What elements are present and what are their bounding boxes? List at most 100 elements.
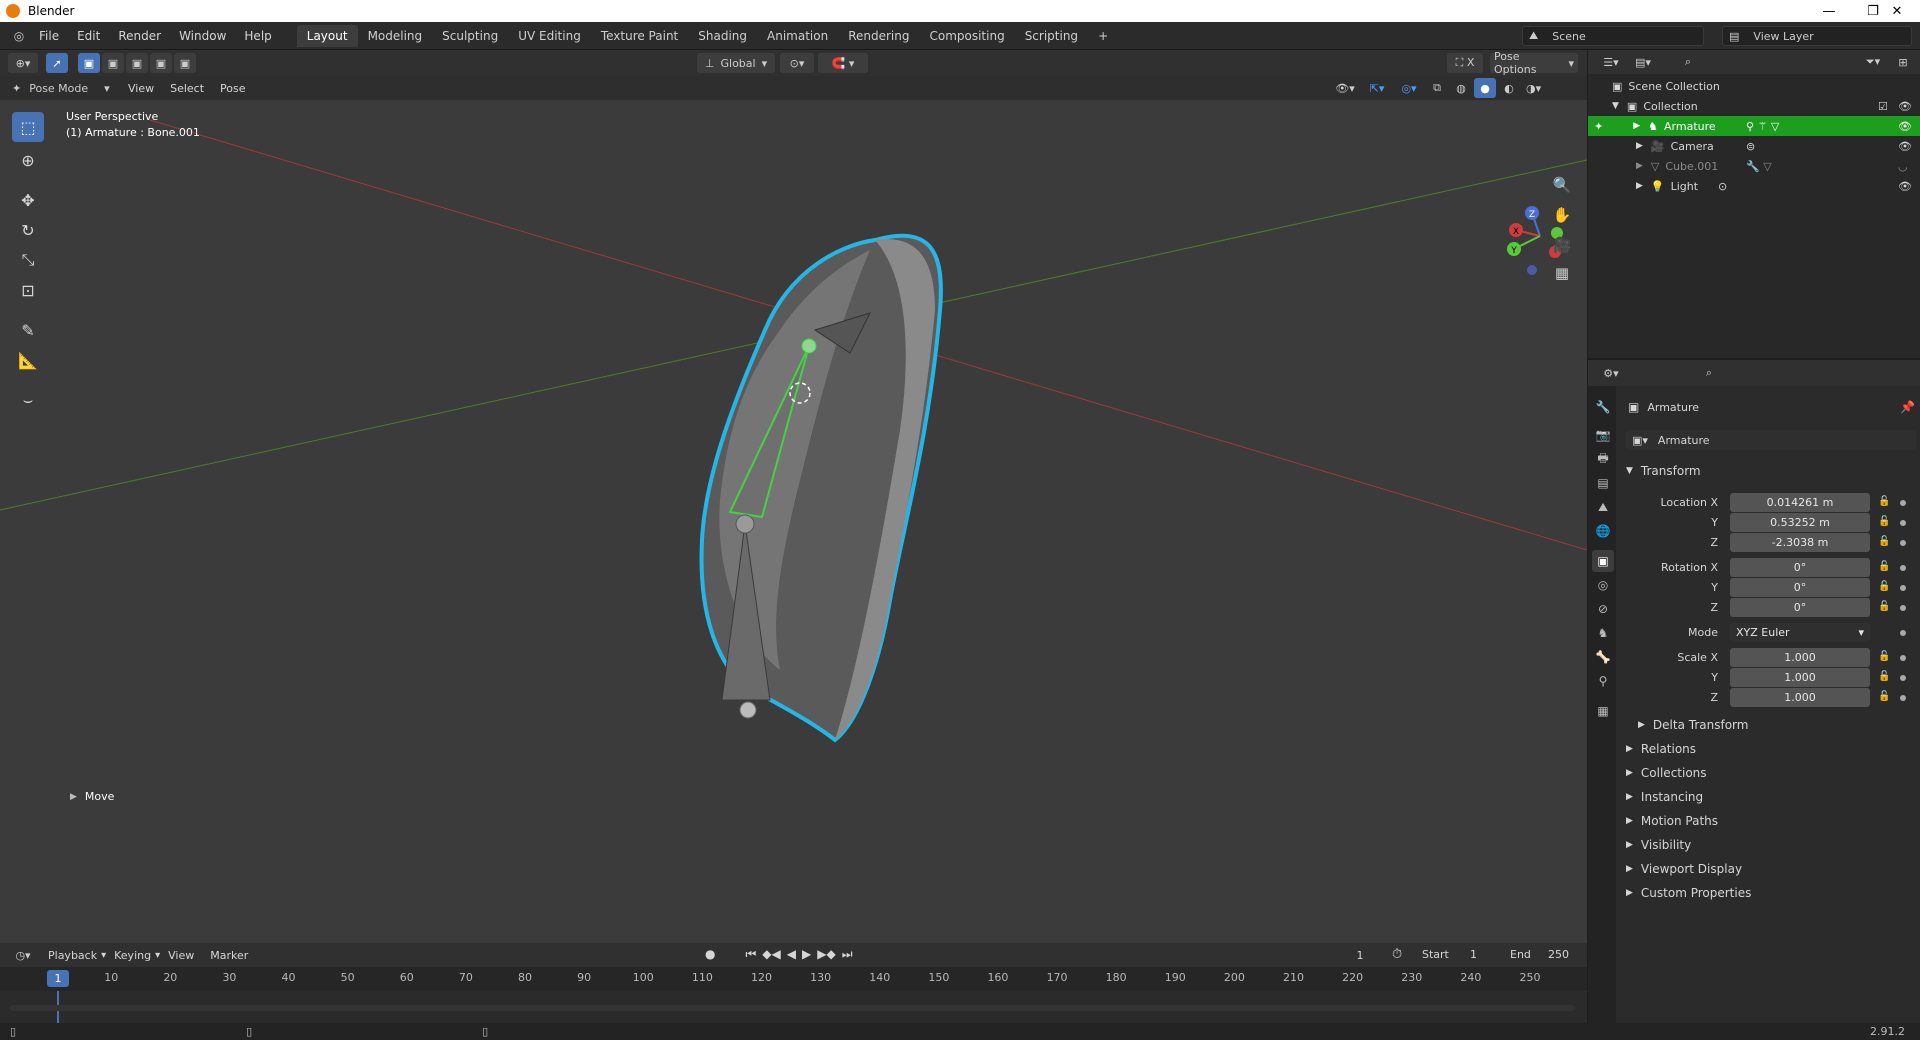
display-mode-icon[interactable]: ▤▾	[1628, 52, 1658, 72]
keyframe-dot-icon[interactable]	[1900, 540, 1906, 546]
tab-shading[interactable]: Shading	[688, 25, 757, 47]
last-operator-panel[interactable]: ▶ Move	[70, 790, 114, 803]
output-tab-icon[interactable]: 🖶	[1592, 448, 1614, 470]
rotate-tool-icon[interactable]: ↻	[12, 215, 44, 245]
snapping-icon[interactable]: 🧲 ▾	[818, 53, 868, 73]
transform-tool-icon[interactable]: ⊡	[12, 275, 44, 305]
instancing-panel-header[interactable]: ▶ Instancing	[1626, 786, 1916, 808]
ortho-grid-icon[interactable]: ▦	[1549, 260, 1575, 286]
delta-transform-header[interactable]: ▶ Delta Transform	[1638, 714, 1920, 736]
timeline-editor-type-icon[interactable]: ◷▾	[8, 945, 38, 965]
rotation-y-field[interactable]: 0°	[1730, 578, 1870, 597]
modifier-tab-icon[interactable]: ◎	[1592, 574, 1614, 596]
outliner-item-armature[interactable]: ✦ ▶ ♞ Armature ⚲ ⚚ ▽ 👁	[1588, 116, 1920, 136]
object-tab-icon[interactable]: ▣	[1592, 550, 1614, 572]
scale-x-field[interactable]: 1.000	[1730, 648, 1870, 667]
jump-end-icon[interactable]: ⏭	[842, 947, 853, 962]
lock-icon[interactable]: 🔓	[1878, 496, 1890, 508]
scene-selector[interactable]: ⛰ Scene	[1522, 26, 1704, 46]
relations-panel-header[interactable]: ▶ Relations	[1626, 738, 1916, 760]
select-subtract-icon[interactable]: ▣	[126, 53, 148, 73]
3d-viewport[interactable]: ⊕▾ ➚ ▣ ▣ ▣ ▣ ▣ ⊥ Global ▾ ⊙▾ 🧲 ▾ ⛶ X Pos…	[0, 50, 1587, 943]
menu-timeline-view[interactable]: View	[160, 949, 202, 962]
xray-icon[interactable]: ⧉	[1426, 78, 1448, 98]
end-field[interactable]: 250	[1548, 948, 1569, 961]
location-y-field[interactable]: 0.53252 m	[1730, 513, 1870, 532]
menu-window[interactable]: Window	[170, 29, 235, 43]
annotate-tool-icon[interactable]: ✎	[12, 315, 44, 345]
keyframe-dot-icon[interactable]	[1900, 695, 1906, 701]
scale-y-field[interactable]: 1.000	[1730, 668, 1870, 687]
outliner-scene-collection[interactable]: ▣ Scene Collection	[1588, 76, 1920, 96]
menu-playback[interactable]: Playback	[40, 949, 105, 962]
object-datablock-field[interactable]: ▣▾ Armature	[1626, 430, 1916, 450]
world-tab-icon[interactable]: 🌐	[1592, 520, 1614, 542]
tab-animation[interactable]: Animation	[757, 25, 838, 47]
playhead-frame[interactable]: 1	[47, 970, 69, 987]
visibility-selector-icon[interactable]: 👁▾	[1330, 78, 1360, 98]
lock-icon[interactable]: 🔓	[1878, 651, 1890, 663]
rendered-shading-icon[interactable]: ◑▾	[1522, 78, 1545, 98]
minimize-button[interactable]: —	[1806, 0, 1852, 22]
prev-keyframe-icon[interactable]: ◆◀	[762, 947, 780, 962]
expand-down-icon[interactable]: ▼	[1612, 101, 1619, 111]
select-new-icon[interactable]: ▣	[78, 53, 100, 73]
keyframe-dot-icon[interactable]	[1900, 605, 1906, 611]
lock-icon[interactable]: 🔓	[1878, 601, 1890, 613]
select-extend-icon[interactable]: ▣	[102, 53, 124, 73]
search-icon[interactable]: ⌕	[1676, 52, 1700, 72]
bone-tab-icon[interactable]: 🦴	[1592, 646, 1614, 668]
menu-select[interactable]: Select	[162, 82, 212, 95]
solid-shading-icon[interactable]: ●	[1474, 78, 1496, 98]
expand-right-icon[interactable]: ▶	[1633, 121, 1640, 131]
overlays-icon[interactable]: ◎▾	[1394, 78, 1424, 98]
menu-marker[interactable]: Marker	[202, 949, 256, 962]
pin-icon[interactable]: 📌	[1900, 400, 1915, 414]
outliner-item-cube[interactable]: ▶ ▽ Cube.001 🔧 ▽ ◡	[1588, 156, 1920, 176]
search-icon[interactable]: ⌕	[1698, 363, 1720, 383]
keyframe-dot-icon[interactable]	[1900, 585, 1906, 591]
eye-closed-icon[interactable]: ◡	[1898, 160, 1908, 173]
constraints-tab-icon[interactable]: ⊘	[1592, 598, 1614, 620]
start-field[interactable]: 1	[1470, 948, 1477, 961]
keyframe-dot-icon[interactable]	[1900, 565, 1906, 571]
collection-checkbox[interactable]: ☑	[1878, 100, 1888, 113]
eye-icon[interactable]: 👁	[1898, 180, 1912, 193]
rotation-x-field[interactable]: 0°	[1730, 558, 1870, 577]
tab-scripting[interactable]: Scripting	[1015, 25, 1088, 47]
tool-tab-icon[interactable]: 🔧	[1592, 396, 1614, 418]
lock-icon[interactable]: 🔓	[1878, 691, 1890, 703]
scene-tab-icon[interactable]: ⛰	[1592, 496, 1614, 518]
outliner-editor-type-icon[interactable]: ☰▾	[1596, 52, 1626, 72]
armature-data-tab-icon[interactable]: ♞	[1592, 622, 1614, 644]
jump-start-icon[interactable]: ⏮	[745, 947, 756, 962]
tab-sculpting[interactable]: Sculpting	[432, 25, 508, 47]
new-collection-icon[interactable]: ⊞	[1892, 52, 1914, 72]
timeline-editor[interactable]: ◷▾ Playback ▾ Keying ▾ View Marker ● ⏮ ◆…	[0, 943, 1587, 1023]
menu-pose[interactable]: Pose	[212, 82, 253, 95]
pose-relax-tool-icon[interactable]: ⌣	[12, 385, 44, 415]
tab-compositing[interactable]: Compositing	[919, 25, 1014, 47]
play-reverse-icon[interactable]: ◀	[787, 947, 796, 962]
rotation-mode-dropdown[interactable]: XYZ Euler ▾	[1730, 623, 1870, 642]
outliner-collection[interactable]: ▼ ▣ Collection ☑ 👁	[1588, 96, 1920, 116]
measure-tool-icon[interactable]: 📐	[12, 345, 44, 375]
current-frame-field[interactable]: 1	[1330, 946, 1390, 964]
expand-right-icon[interactable]: ▶	[1636, 161, 1643, 171]
visibility-panel-header[interactable]: ▶ Visibility	[1626, 834, 1916, 856]
bone-constraint-tab-icon[interactable]: ⚲	[1592, 670, 1614, 692]
menu-render[interactable]: Render	[109, 29, 170, 43]
material-shading-icon[interactable]: ◐	[1498, 78, 1520, 98]
select-box-tool-icon[interactable]: ⬚	[12, 112, 44, 142]
location-x-field[interactable]: 0.014261 m	[1730, 493, 1870, 512]
expand-right-icon[interactable]: ▶	[1636, 181, 1643, 191]
select-invert-icon[interactable]: ▣	[150, 53, 172, 73]
eye-icon[interactable]: 👁	[1898, 100, 1912, 113]
move-tool-icon[interactable]: ✥	[12, 185, 44, 215]
tab-uv-editing[interactable]: UV Editing	[508, 25, 591, 47]
tab-rendering[interactable]: Rendering	[838, 25, 919, 47]
eye-icon[interactable]: 👁	[1898, 140, 1912, 153]
view-layer-selector[interactable]: ▤ View Layer	[1722, 26, 1912, 46]
outliner-editor[interactable]: ☰▾ ▤▾ ⌕ ⏷▾ ⊞ ▣ Scene Collection ▼ ▣ Coll…	[1588, 50, 1920, 358]
gizmo-icon[interactable]: ⇱▾	[1362, 78, 1392, 98]
